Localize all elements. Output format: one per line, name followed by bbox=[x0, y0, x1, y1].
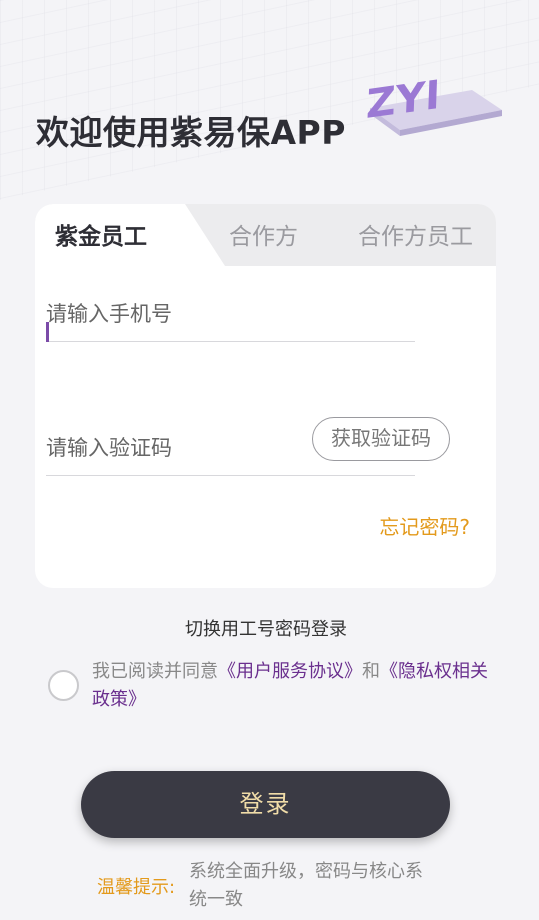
get-code-button[interactable]: 获取验证码 bbox=[312, 417, 450, 461]
tab-zijin-staff[interactable]: 紫金员工 bbox=[55, 204, 147, 266]
tip-text: 系统全面升级，密码与核心系统一致 bbox=[189, 861, 423, 910]
tab-partner[interactable]: 合作方 bbox=[229, 204, 298, 266]
agreement-and: 和 bbox=[362, 661, 380, 682]
agreement-prefix: 我已阅读并同意 bbox=[92, 661, 218, 682]
forgot-password-link[interactable]: 忘记密码? bbox=[379, 511, 470, 540]
tab-partner-staff[interactable]: 合作方员工 bbox=[358, 204, 473, 266]
text-caret bbox=[46, 322, 49, 342]
brand-logo: ZYI bbox=[365, 71, 502, 136]
page-title: 欢迎使用紫易保APP bbox=[36, 113, 346, 152]
phone-field bbox=[46, 286, 415, 342]
switch-login-link[interactable]: 切换用工号密码登录 bbox=[0, 615, 532, 641]
tab-bar: 紫金员工 合作方 合作方员工 bbox=[35, 204, 496, 266]
agreement-text: 我已阅读并同意《用户服务协议》和《隐私权相关政策》 bbox=[92, 658, 492, 714]
tip-label: 温馨提示: bbox=[97, 877, 176, 898]
phone-input[interactable] bbox=[46, 286, 415, 341]
agreement-checkbox[interactable] bbox=[48, 670, 79, 701]
terms-link[interactable]: 《用户服务协议》 bbox=[218, 661, 362, 682]
login-button[interactable]: 登录 bbox=[81, 771, 450, 838]
